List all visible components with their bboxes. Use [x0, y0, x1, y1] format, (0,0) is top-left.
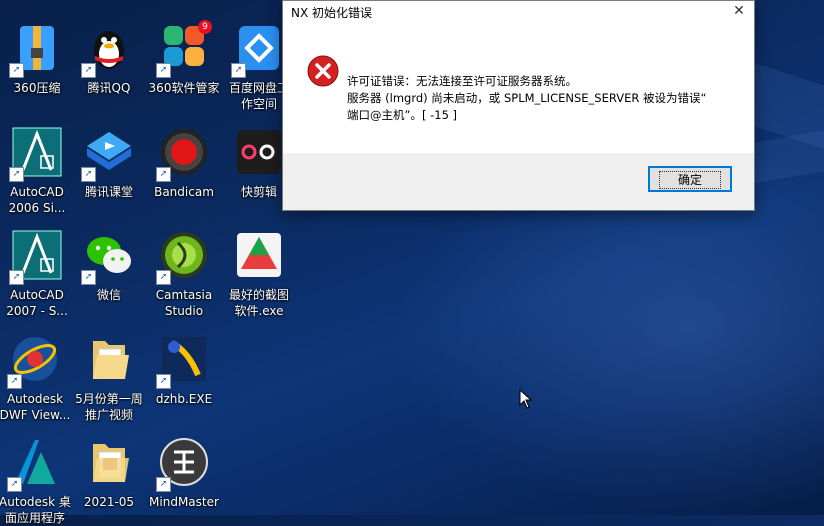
shortcut-arrow-icon: ➚: [7, 477, 22, 492]
dzhb-app-icon: ➚: [156, 333, 210, 389]
desktop-icon-camtasia[interactable]: ➚ Camtasia Studio: [147, 229, 221, 319]
wechat-icon: ➚: [81, 229, 135, 285]
dialog-message: 许可证错误：无法连接至许可证服务器系统。 服务器 (lmgrd) 尚未启动，或 …: [347, 73, 706, 124]
tencent-classroom-icon: ➚: [81, 126, 135, 182]
close-icon[interactable]: ✕: [724, 1, 754, 23]
shortcut-arrow-icon: ➚: [9, 270, 24, 285]
desktop-icon-bandicam[interactable]: ➚ Bandicam: [147, 126, 221, 200]
icon-label: 微信: [96, 288, 121, 302]
shortcut-arrow-icon: ➚: [9, 63, 24, 78]
folder-icon: [83, 333, 135, 385]
shortcut-arrow-icon: ➚: [156, 477, 171, 492]
shortcut-arrow-icon: ➚: [7, 374, 22, 389]
shortcut-arrow-icon: ➚: [156, 270, 171, 285]
icon-label: Autodesk DWF View...: [0, 392, 71, 422]
camtasia-icon: ➚: [156, 229, 210, 285]
icon-label: Camtasia Studio: [155, 288, 213, 318]
bandicam-record-icon: ➚: [156, 126, 210, 182]
desktop-icon-mindmaster[interactable]: ➚ MindMaster: [147, 436, 221, 510]
shortcut-arrow-icon: ➚: [81, 63, 96, 78]
video-editor-icon: [233, 126, 285, 178]
icon-label: Bandicam: [154, 185, 214, 199]
shortcut-arrow-icon: ➚: [156, 63, 171, 78]
icon-label: 360软件管家: [148, 81, 220, 95]
shortcut-arrow-icon: ➚: [81, 167, 96, 182]
desktop-icon-screenshot-tool[interactable]: 最好的截图 软件.exe: [222, 229, 296, 319]
autocad-icon: ➚: [9, 229, 63, 285]
message-line-3: 端口@主机”。[ -15 ]: [347, 108, 458, 122]
shortcut-arrow-icon: ➚: [9, 167, 24, 182]
dwf-viewer-icon: ➚: [7, 333, 61, 389]
desktop-icon-dzhb[interactable]: ➚ dzhb.EXE: [147, 333, 221, 407]
icon-label: 360压缩: [13, 81, 61, 95]
desktop-icon-tencent-classroom[interactable]: ➚ 腾讯课堂: [72, 126, 146, 200]
zip-archive-icon: ➚: [9, 22, 63, 78]
ok-button[interactable]: 确定: [648, 166, 732, 192]
dialog-footer: 确定: [283, 153, 754, 210]
icon-label: AutoCAD 2006 Si...: [8, 185, 66, 215]
dialog-body: 许可证错误：无法连接至许可证服务器系统。 服务器 (lmgrd) 尚未启动，或 …: [283, 23, 754, 153]
mindmaster-icon: ➚: [156, 436, 210, 492]
desktop-icon-qq[interactable]: ➚ 腾讯QQ: [72, 22, 146, 96]
dialog-titlebar[interactable]: NX 初始化错误 ✕: [283, 1, 754, 23]
shortcut-arrow-icon: ➚: [156, 167, 171, 182]
desktop-icon-dwf-viewer[interactable]: ➚ Autodesk DWF View...: [0, 333, 72, 423]
desktop-icon-360zip[interactable]: ➚ 360压缩: [0, 22, 74, 96]
folder-icon: [83, 436, 135, 488]
shortcut-arrow-icon: ➚: [156, 374, 171, 389]
screenshot-tool-icon: [233, 229, 285, 281]
icon-label: dzhb.EXE: [155, 392, 213, 406]
desktop-icon-promo-video-folder[interactable]: 5月份第一周 推广视频: [72, 333, 146, 423]
icon-label: 腾讯课堂: [84, 185, 133, 199]
icon-label: Autodesk 桌 面应用程序: [0, 495, 71, 525]
icon-label: MindMaster: [149, 495, 219, 509]
desktop-icon-wechat[interactable]: ➚ 微信: [72, 229, 146, 303]
icon-label: 最好的截图 软件.exe: [228, 288, 289, 318]
autocad-icon: ➚: [9, 126, 63, 182]
shortcut-arrow-icon: ➚: [231, 63, 246, 78]
error-x-icon: [307, 55, 339, 87]
baidu-netdisk-icon: ➚: [231, 22, 285, 78]
notification-badge: 9: [198, 20, 212, 34]
desktop-icon-2021-05-folder[interactable]: 2021-05: [72, 436, 146, 510]
desktop-icon-autocad-2007[interactable]: ➚ AutoCAD 2007 - S...: [0, 229, 74, 319]
shortcut-arrow-icon: ➚: [81, 270, 96, 285]
message-line-1: 许可证错误：无法连接至许可证服务器系统。: [347, 74, 577, 88]
error-dialog: NX 初始化错误 ✕ 许可证错误：无法连接至许可证服务器系统。 服务器 (lmg…: [282, 0, 755, 211]
icon-label: 5月份第一周 推广视频: [75, 392, 143, 422]
qq-penguin-icon: ➚: [81, 22, 135, 78]
icon-label: 2021-05: [83, 495, 135, 509]
desktop-icon-autodesk-desktop[interactable]: ➚ Autodesk 桌 面应用程序: [0, 436, 72, 526]
ok-button-label: 确定: [658, 171, 721, 189]
icon-label: AutoCAD 2007 - S...: [6, 288, 68, 318]
software-manager-icon: 9 ➚: [156, 20, 212, 78]
desktop-icon-360-software-manager[interactable]: 9 ➚ 360软件管家: [147, 20, 221, 96]
message-line-2: 服务器 (lmgrd) 尚未启动，或 SPLM_LICENSE_SERVER 被…: [347, 91, 707, 105]
icon-label: 腾讯QQ: [87, 81, 131, 95]
autodesk-desktop-icon: ➚: [7, 436, 61, 492]
dialog-title: NX 初始化错误: [291, 6, 373, 20]
mouse-cursor-icon: [519, 389, 533, 409]
desktop-icon-autocad-2006[interactable]: ➚ AutoCAD 2006 Si...: [0, 126, 74, 216]
